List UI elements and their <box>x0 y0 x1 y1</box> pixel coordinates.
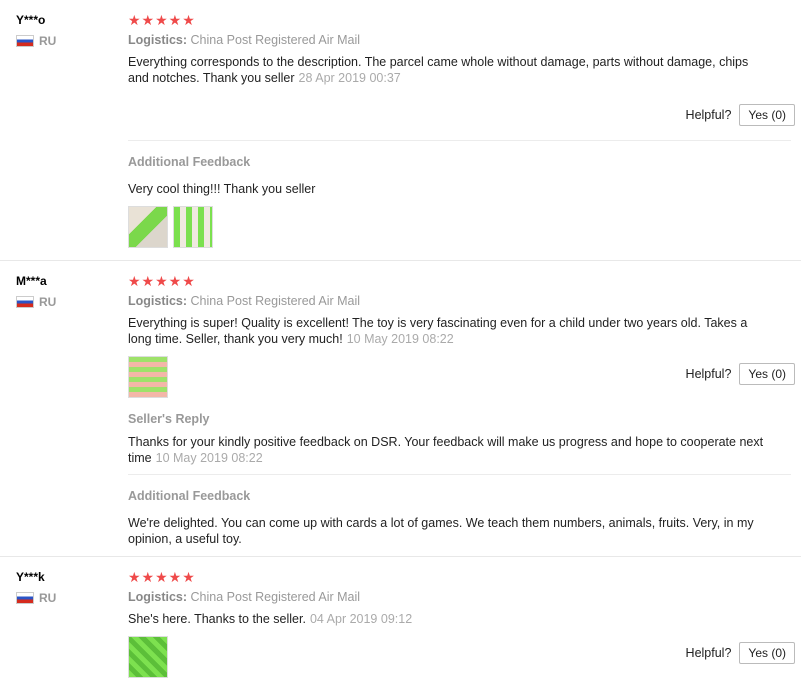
logistics-label: Logistics: <box>128 33 188 47</box>
helpful-yes-button[interactable]: Yes (0) <box>739 104 795 126</box>
logistics-info: Logistics: China Post Registered Air Mai… <box>128 590 791 604</box>
helpful-section: Helpful? Yes (0) <box>686 104 795 126</box>
review-date: 04 Apr 2019 09:12 <box>309 612 413 626</box>
helpful-label: Helpful? <box>685 646 732 660</box>
logistics-info: Logistics: China Post Registered Air Mai… <box>128 33 791 47</box>
russia-flag-icon <box>16 35 34 47</box>
feedback-photo[interactable] <box>173 206 213 248</box>
feedback-photo[interactable] <box>128 206 168 248</box>
logistics-label: Logistics: <box>128 294 188 308</box>
logistics-label: Logistics: <box>128 590 188 604</box>
seller-reply-title: Seller's Reply <box>128 412 210 426</box>
logistics-value: China Post Registered Air Mail <box>190 294 361 308</box>
additional-feedback-text: Very cool thing!!! Thank you seller <box>128 182 316 196</box>
review-item: Y***k RU ★★★★★ Logistics: China Post Reg… <box>0 557 801 687</box>
review-date: 28 Apr 2019 00:37 <box>298 71 401 85</box>
additional-feedback-text: We're delighted. You can come up with ca… <box>128 516 754 546</box>
additional-feedback: Additional Feedback We're delighted. You… <box>128 474 791 547</box>
helpful-yes-button[interactable]: Yes (0) <box>739 642 795 664</box>
review-text: Everything corresponds to the descriptio… <box>128 54 768 86</box>
reviewer-info: Y***k RU <box>16 570 116 605</box>
seller-reply-date: 10 May 2019 08:22 <box>155 451 263 465</box>
reviewer-info: M***a RU <box>16 274 116 309</box>
review-date: 10 May 2019 08:22 <box>346 332 454 346</box>
logistics-value: China Post Registered Air Mail <box>190 33 361 47</box>
review-text: She's here. Thanks to the seller. 04 Apr … <box>128 611 768 627</box>
review-body: She's here. Thanks to the seller. <box>128 612 306 626</box>
additional-feedback-title: Additional Feedback <box>128 489 251 503</box>
reviewer-country: RU <box>16 591 116 605</box>
star-rating: ★★★★★ <box>128 569 196 585</box>
star-rating: ★★★★★ <box>128 12 196 28</box>
helpful-yes-button[interactable]: Yes (0) <box>739 363 795 385</box>
review-photo[interactable] <box>128 636 168 678</box>
country-code: RU <box>39 591 57 605</box>
logistics-info: Logistics: China Post Registered Air Mai… <box>128 294 791 308</box>
additional-feedback: Additional Feedback Very cool thing!!! T… <box>128 140 791 248</box>
review-body: Everything corresponds to the descriptio… <box>128 55 749 85</box>
review-item: Y***o RU ★★★★★ Logistics: China Post Reg… <box>0 0 801 261</box>
reviewer-name: Y***k <box>16 570 45 584</box>
seller-reply: Seller's Reply Thanks for your kindly po… <box>128 412 791 466</box>
russia-flag-icon <box>16 296 34 308</box>
helpful-section: Helpful? Yes (0) <box>686 363 795 385</box>
review-text: Everything is super! Quality is excellen… <box>128 315 768 347</box>
reviewer-country: RU <box>16 295 116 309</box>
reviewer-country: RU <box>16 34 116 48</box>
helpful-label: Helpful? <box>685 367 732 381</box>
logistics-value: China Post Registered Air Mail <box>190 590 361 604</box>
reviewer-name: M***a <box>16 274 47 288</box>
star-rating: ★★★★★ <box>128 273 196 289</box>
review-item: M***a RU ★★★★★ Logistics: China Post Reg… <box>0 261 801 557</box>
helpful-label: Helpful? <box>685 108 732 122</box>
review-photo[interactable] <box>128 356 168 398</box>
russia-flag-icon <box>16 592 34 604</box>
helpful-section: Helpful? Yes (0) <box>686 642 795 664</box>
reviewer-name: Y***o <box>16 13 46 27</box>
feedback-photos <box>128 206 791 248</box>
seller-reply-text: Thanks for your kindly positive feedback… <box>128 434 768 466</box>
reviewer-info: Y***o RU <box>16 13 116 48</box>
country-code: RU <box>39 34 57 48</box>
additional-feedback-title: Additional Feedback <box>128 155 251 169</box>
country-code: RU <box>39 295 57 309</box>
